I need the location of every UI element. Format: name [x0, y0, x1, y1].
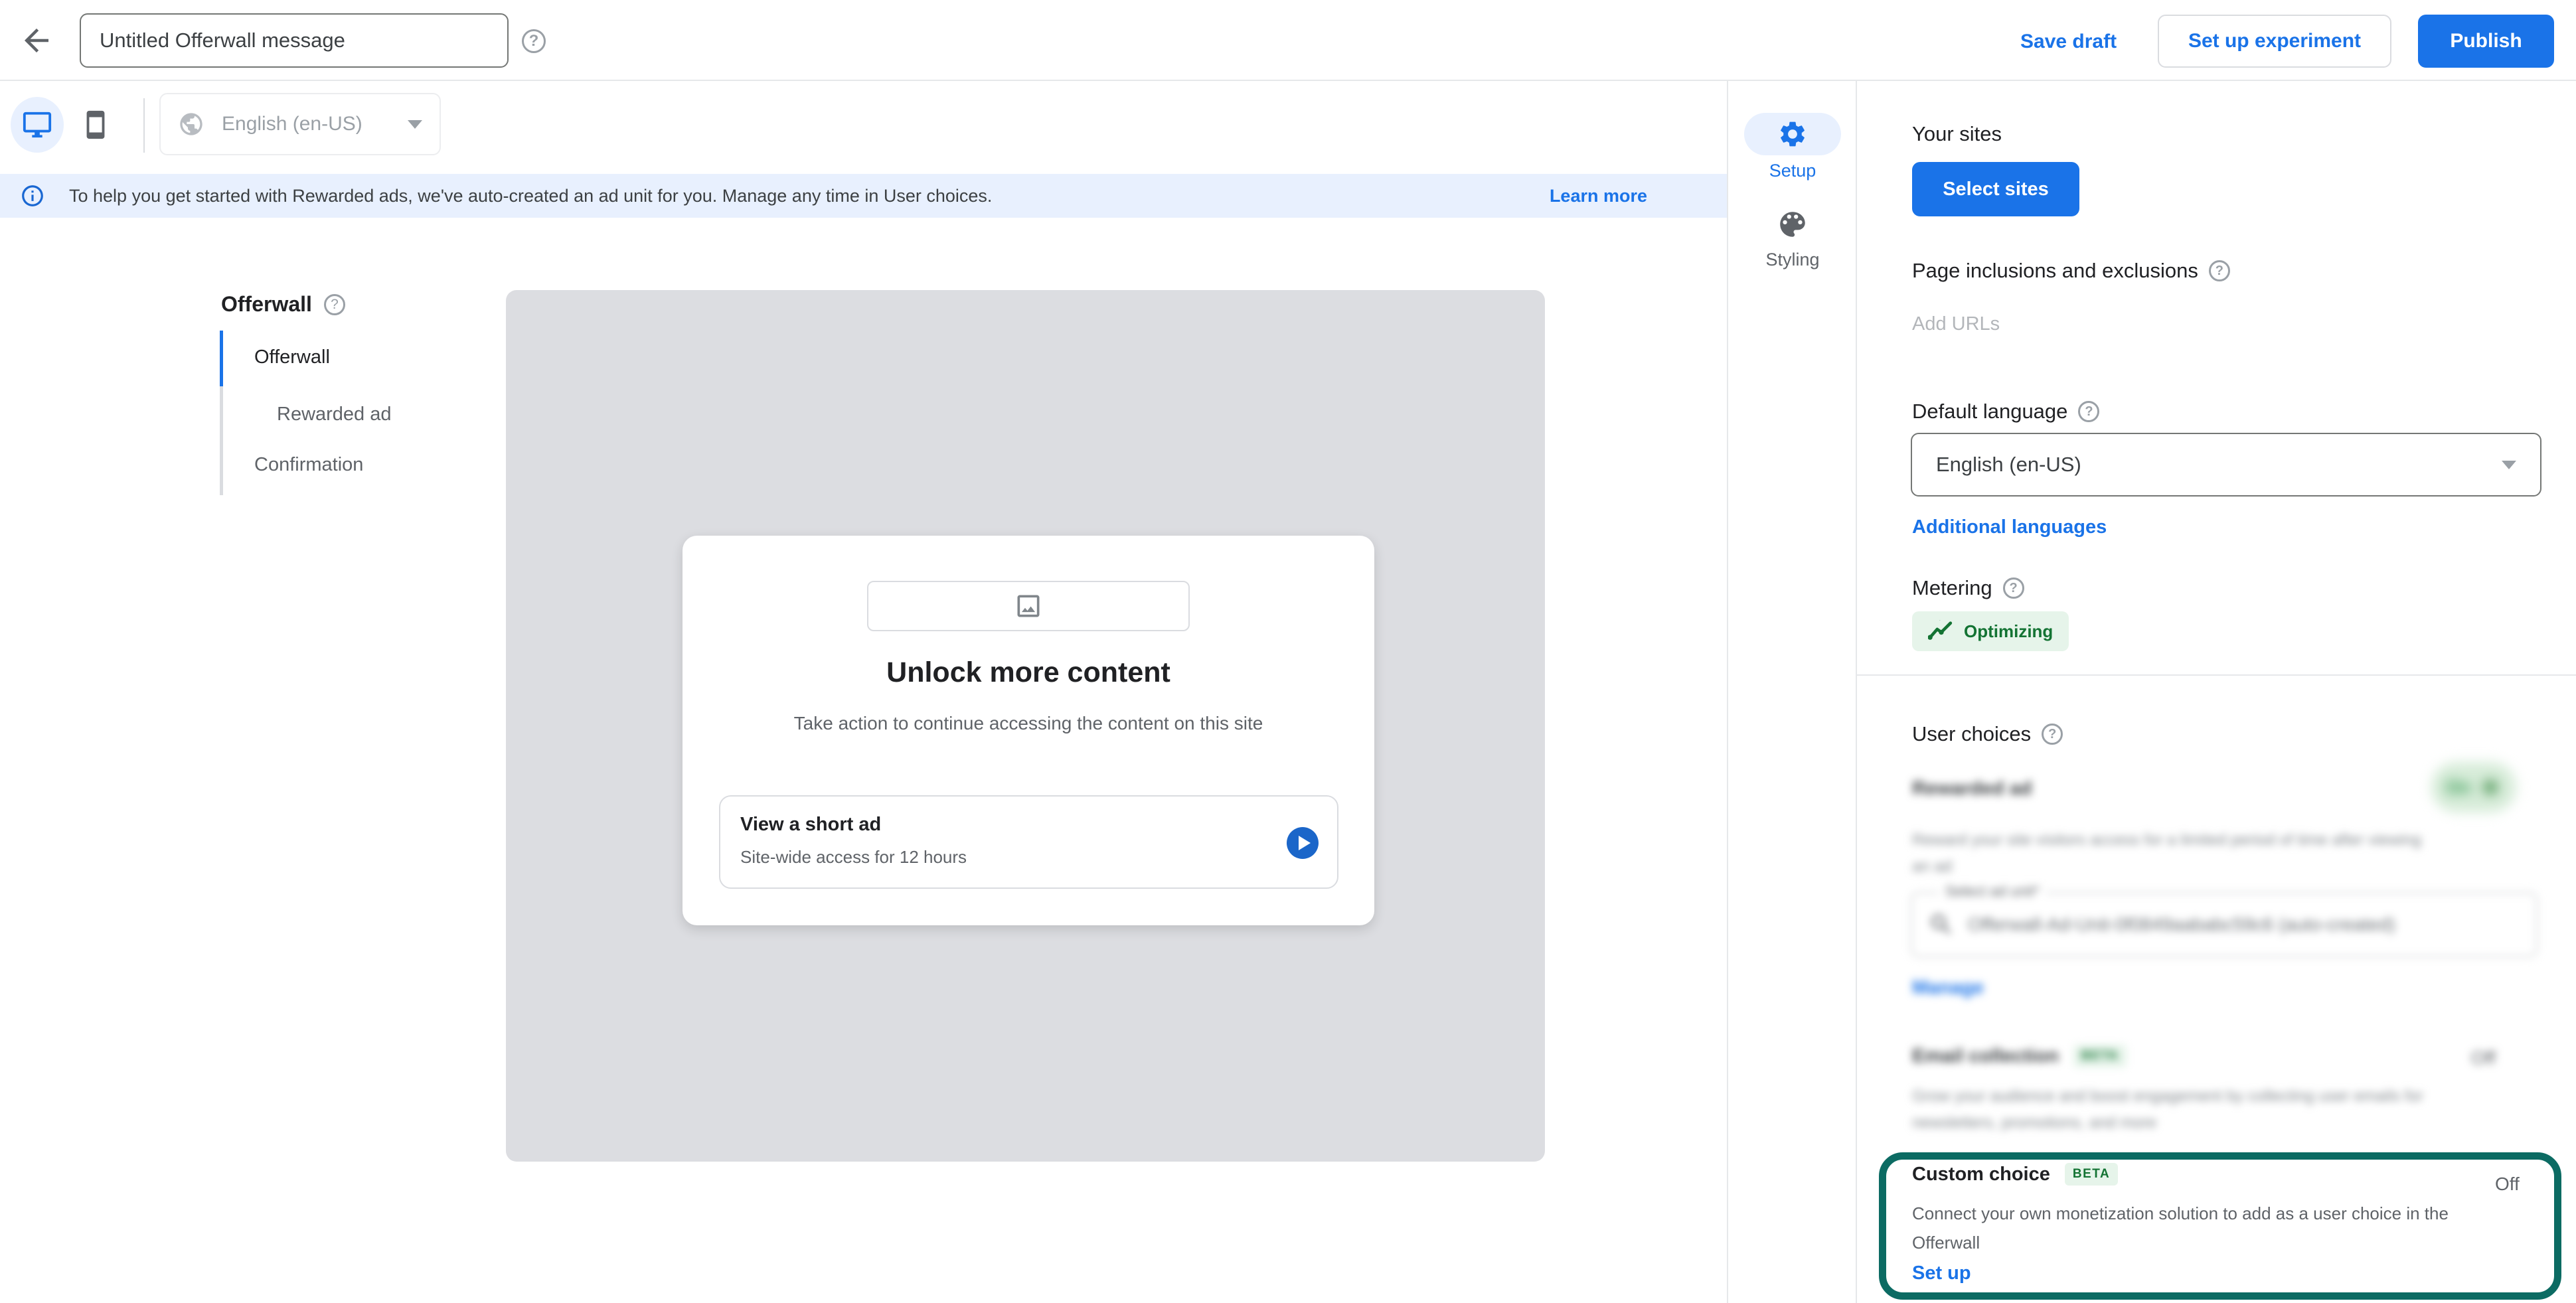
metering-status-text: Optimizing: [1964, 621, 2053, 642]
save-draft-button[interactable]: Save draft: [2020, 31, 2117, 53]
toggle-on-label: On: [2446, 777, 2471, 798]
user-choices-heading: User choices ?: [1912, 722, 2063, 746]
metering-help-icon[interactable]: ?: [2003, 577, 2024, 599]
nav-rail-active-indicator: [220, 331, 223, 386]
mobile-icon: [80, 108, 111, 142]
mobile-preview-toggle[interactable]: [78, 104, 113, 146]
preview-canvas: Unlock more content Take action to conti…: [506, 290, 1545, 1162]
view-ad-option-title: View a short ad: [740, 814, 881, 836]
email-collection-label: Email collection: [1912, 1045, 2059, 1067]
preview-language-select[interactable]: English (en-US): [159, 93, 441, 155]
custom-choice-title: Custom choice BETA: [1912, 1163, 2118, 1186]
image-placeholder-icon: [1014, 591, 1043, 621]
rewarded-ad-title: Rewarded ad: [1912, 778, 2032, 800]
offerwall-help-icon[interactable]: ?: [324, 294, 345, 315]
view-ad-option-subtitle: Site-wide access for 12 hours: [740, 847, 967, 868]
ad-unit-select[interactable]: Select ad unit* Offerwall-Ad-Unit-0f0849…: [1911, 892, 2537, 957]
tab-setup-label[interactable]: Setup: [1744, 161, 1841, 181]
toggle-knob: [2483, 780, 2498, 795]
select-sites-button[interactable]: Select sites: [1912, 162, 2079, 216]
ad-unit-value: Offerwall-Ad-Unit-0f0849aababc59c6 (auto…: [1968, 914, 2395, 935]
metering-label: Metering: [1912, 576, 1992, 600]
logo-placeholder-box: [867, 581, 1190, 631]
toolbar-divider: [143, 98, 145, 153]
page-inclusions-heading: Page inclusions and exclusions ?: [1912, 259, 2230, 283]
desktop-icon: [22, 110, 52, 140]
chevron-down-icon: [408, 120, 422, 129]
tab-styling-label[interactable]: Styling: [1744, 250, 1841, 270]
desktop-preview-toggle[interactable]: [11, 97, 64, 153]
email-collection-title: Email collection BETA: [1912, 1045, 2127, 1067]
publish-button[interactable]: Publish: [2418, 15, 2554, 68]
tab-setup[interactable]: [1744, 113, 1841, 155]
back-arrow-icon[interactable]: [19, 23, 54, 58]
page-inclusions-help-icon[interactable]: ?: [2209, 260, 2230, 281]
banner-text: To help you get started with Rewarded ad…: [69, 186, 1550, 206]
default-language-heading: Default language ?: [1912, 400, 2099, 423]
nav-rail: [220, 331, 223, 495]
rewarded-ad-toggle[interactable]: On: [2431, 762, 2516, 812]
gear-icon: [1777, 119, 1808, 149]
optimizing-trend-icon: [1928, 620, 1955, 643]
preview-subtitle: Take action to continue accessing the co…: [763, 707, 1294, 740]
nav-item-offerwall[interactable]: Offerwall: [254, 346, 330, 368]
custom-choice-state: Off: [2495, 1174, 2520, 1195]
email-collection-state: Off: [2471, 1047, 2496, 1069]
default-language-label: Default language: [1912, 400, 2067, 423]
page-inclusions-label: Page inclusions and exclusions: [1912, 259, 2198, 283]
search-icon: [1928, 911, 1955, 938]
nav-item-confirmation[interactable]: Confirmation: [254, 454, 363, 476]
view-ad-option[interactable]: View a short ad Site-wide access for 12 …: [719, 795, 1338, 889]
your-sites-label: Your sites: [1912, 122, 2002, 146]
message-title-input[interactable]: [80, 13, 509, 68]
title-help-icon[interactable]: ?: [522, 29, 546, 53]
metering-status-badge: Optimizing: [1912, 611, 2069, 651]
default-language-select[interactable]: English (en-US): [1911, 433, 2541, 497]
app-header: ? Save draft Set up experiment Publish: [0, 0, 2576, 81]
preview-title: Unlock more content: [683, 656, 1374, 689]
divider-tabs-settings: [1856, 81, 1857, 1303]
your-sites-heading: Your sites: [1912, 122, 2002, 146]
offerwall-preview-card: Unlock more content Take action to conti…: [683, 536, 1374, 925]
chevron-down-icon: [2502, 461, 2516, 469]
rewarded-ad-description: Reward your site visitors access for a l…: [1912, 827, 2437, 880]
preview-language-value: English (en-US): [222, 113, 408, 135]
globe-icon: [178, 111, 204, 137]
play-icon: [1299, 836, 1311, 850]
user-choices-label: User choices: [1912, 722, 2031, 746]
divider-preview-tabs: [1727, 81, 1728, 1303]
nav-item-rewarded-ad[interactable]: Rewarded ad: [277, 404, 392, 425]
email-collection-beta-badge: BETA: [2073, 1045, 2127, 1067]
settings-divider: [1857, 674, 2576, 676]
add-urls-input[interactable]: Add URLs: [1912, 313, 2000, 335]
tab-styling[interactable]: [1772, 207, 1813, 242]
info-banner: To help you get started with Rewarded ad…: [0, 174, 1727, 218]
set-up-experiment-button[interactable]: Set up experiment: [2158, 15, 2391, 68]
user-choices-help-icon[interactable]: ?: [2042, 724, 2063, 745]
email-collection-description: Grow your audience and boost engagement …: [1912, 1083, 2470, 1136]
custom-choice-label: Custom choice: [1912, 1164, 2050, 1186]
default-language-help-icon[interactable]: ?: [2078, 401, 2099, 422]
custom-choice-beta-badge: BETA: [2065, 1163, 2118, 1186]
ad-unit-select-label: Select ad unit*: [1939, 883, 2046, 900]
palette-icon: [1776, 208, 1809, 241]
manage-link[interactable]: Manage: [1912, 977, 1984, 999]
metering-heading: Metering ?: [1912, 576, 2024, 600]
offerwall-nav-heading-label: Offerwall: [221, 292, 312, 317]
custom-choice-description: Connect your own monetization solution t…: [1912, 1199, 2463, 1257]
offerwall-nav-heading: Offerwall ?: [221, 292, 345, 317]
rewarded-ad-label: Rewarded ad: [1912, 778, 2032, 800]
additional-languages-link[interactable]: Additional languages: [1912, 516, 2107, 538]
learn-more-link[interactable]: Learn more: [1550, 186, 1647, 206]
info-icon: [20, 183, 45, 208]
default-language-value: English (en-US): [1936, 453, 2502, 477]
custom-choice-set-up-link[interactable]: Set up: [1912, 1263, 1971, 1284]
play-button[interactable]: [1287, 827, 1319, 859]
